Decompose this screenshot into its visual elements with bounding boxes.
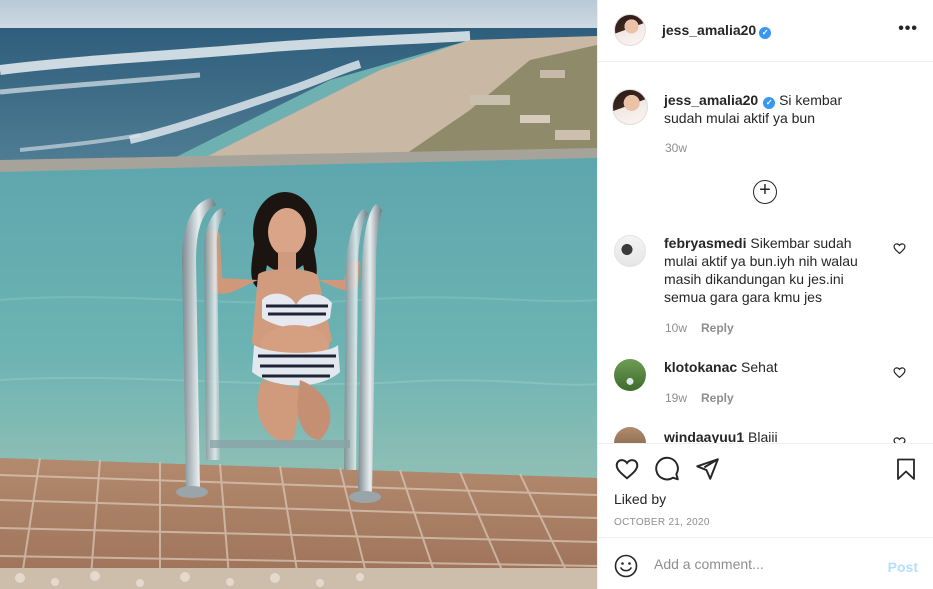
post-comment-button[interactable]: Post xyxy=(888,559,918,575)
comment-like-heart-icon[interactable] xyxy=(893,436,906,443)
post-side-panel: jess_amalia20 ✓ ••• jess_amalia20 ✓ Si kem… xyxy=(597,0,933,589)
more-options-icon[interactable]: ••• xyxy=(898,20,918,38)
comment-like-heart-icon[interactable] xyxy=(893,366,906,379)
comments-section[interactable]: jess_amalia20 ✓ Si kembar sudah mulai akt… xyxy=(598,63,933,443)
comment-text: Blaiii xyxy=(748,429,778,443)
load-more-comments-icon[interactable]: + xyxy=(753,180,777,204)
post-photo[interactable] xyxy=(0,0,597,589)
post-actions: Liked by OCTOBER 21, 2020 xyxy=(598,443,933,537)
comment-like-heart-icon[interactable] xyxy=(893,242,906,255)
comment-meta: 10w Reply xyxy=(665,321,734,335)
verified-badge-icon: ✓ xyxy=(763,97,776,109)
share-send-icon[interactable] xyxy=(694,456,720,482)
photo-scene xyxy=(0,0,597,589)
author-header: jess_amalia20 ✓ xyxy=(662,22,772,39)
save-bookmark-icon[interactable] xyxy=(894,456,918,482)
author-username[interactable]: jess_amalia20 xyxy=(662,22,756,38)
add-comment-bar: Post xyxy=(598,537,933,589)
post-header: jess_amalia20 ✓ ••• xyxy=(598,0,933,62)
comment-icon[interactable] xyxy=(654,456,680,482)
comment-age: 19w xyxy=(665,391,688,405)
caption-username[interactable]: jess_amalia20 xyxy=(664,92,758,108)
comment-text: Sehat xyxy=(741,359,778,375)
liked-by-text[interactable]: Liked by xyxy=(614,491,666,507)
post-date[interactable]: OCTOBER 21, 2020 xyxy=(614,517,710,528)
comment: klotokanac Sehat xyxy=(664,358,884,376)
like-heart-icon[interactable] xyxy=(614,456,640,482)
author-avatar[interactable] xyxy=(614,14,646,46)
comment-avatar[interactable] xyxy=(614,427,646,443)
comment: windaayuu1 Blaiii xyxy=(664,428,884,443)
verified-badge-icon: ✓ xyxy=(759,27,772,39)
comment-username[interactable]: febryasmedi xyxy=(664,235,746,251)
emoji-icon[interactable] xyxy=(614,554,638,578)
reply-button[interactable]: Reply xyxy=(701,391,734,405)
reply-button[interactable]: Reply xyxy=(701,321,734,335)
comment-avatar[interactable] xyxy=(614,359,646,391)
caption-age: 30w xyxy=(665,141,688,155)
comment: febryasmedi Sikembar sudah mulai aktif y… xyxy=(664,234,884,306)
comment-age: 10w xyxy=(665,321,688,335)
comment-avatar[interactable] xyxy=(614,235,646,267)
comment-username[interactable]: klotokanac xyxy=(664,359,737,375)
comment-meta: 19w Reply xyxy=(665,391,734,405)
caption: jess_amalia20 ✓ Si kembar sudah mulai akt… xyxy=(664,91,884,127)
caption-avatar[interactable] xyxy=(612,89,648,125)
comment-username[interactable]: windaayuu1 xyxy=(664,429,744,443)
comment-input[interactable] xyxy=(654,551,874,577)
